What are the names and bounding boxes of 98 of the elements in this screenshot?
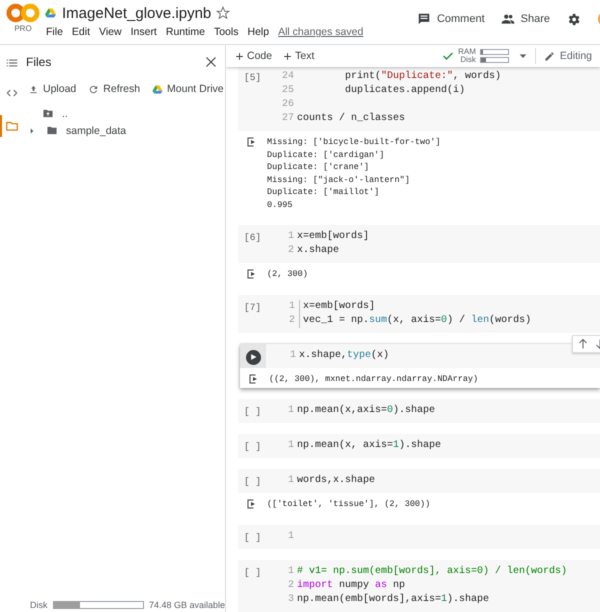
code-cell[interactable]: [ ] 1 # v1= np.sum(emb[words], axis=0) / len(words) 2 import numpy as np 3 np.mean(emb[words],axis=1).shape [238,560,600,612]
share-button[interactable]: Share [500,12,550,26]
line-number: 1 [286,564,294,578]
code-line: x.shape [297,244,340,258]
code-line: np.mean(x, axis=1).shape [297,439,442,453]
resource-label: Disk [459,56,476,64]
menu-item[interactable]: File [46,26,63,38]
editing-mode-button[interactable]: Editing [534,48,600,64]
line-number: 2 [278,314,300,328]
refresh-icon [88,84,100,94]
line-number: 1 [286,230,294,244]
execution-count: [6] [244,232,262,243]
add-code-button[interactable]: Code [226,50,272,62]
upload-icon [28,84,39,94]
cell-output: Missing: ['bicycle-built-for-two'] Duplicate: ['cardigan'] Duplicate: ['crane'] Missing: ["jack-o'-lantern"] Duplicate: ['maillot'] 0.995 [267,136,440,211]
execution-count: [ ] [244,441,262,452]
execution-count: [ ] [244,566,262,578]
line-number: 2 [286,244,294,258]
drive-icon [44,7,57,19]
line-number: 3 [286,592,294,606]
execution-count: [ ] [244,532,262,542]
folder-icon[interactable] [5,119,19,133]
code-line: x=emb[words] [303,300,376,314]
execution-count: [7] [244,302,262,312]
execution-count: [ ] [244,406,262,417]
folder-up-icon [42,108,54,119]
code-line: np.mean(x,axis=0).shape [297,404,436,418]
menu-item[interactable]: Edit [72,26,90,38]
check-icon[interactable] [442,50,454,62]
code-line: print("Duplicate:", words) [344,70,502,84]
cell-output: ((2, 300), mxnet.ndarray.ndarray.NDArray) [269,372,478,385]
panel-title: Files [26,55,52,69]
menu-item[interactable]: Tools [214,26,238,38]
plan-label: PRO [14,24,32,33]
plus-icon [235,52,244,60]
cell-output: (['toilet', 'tissue'], (2, 300)) [267,498,430,510]
menu-item[interactable]: View [99,26,122,38]
caret-icon [518,52,527,60]
line-number: 25 [280,84,294,98]
code-cell[interactable]: [ ] 1 np.mean(x, axis=1).shape [238,434,600,458]
run-button[interactable] [246,350,260,364]
line-number: 1 [286,530,294,544]
menu-item[interactable]: Runtime [166,26,205,38]
comment-icon [416,12,431,26]
line-number: 1 [286,439,294,453]
disk-available-text: 74.48 GB available [148,600,225,610]
code-line: words,x.shape [297,474,376,488]
line-number: 24 [280,70,294,84]
arrow-up-icon [577,338,589,350]
plus-icon [283,52,292,60]
resource-label: RAM [458,48,476,56]
menu-item[interactable]: Help [247,26,270,38]
line-number: 1 [286,404,294,418]
code-cell[interactable]: [ ] 1 np.mean(x,axis=0).shape [238,399,600,423]
settings-icon[interactable] [566,12,581,26]
upload-button[interactable]: Upload [28,83,76,95]
add-text-button[interactable]: Text [272,50,314,62]
code-cell[interactable]: [7] 1 x=emb[words] 2 vec_1 = np.sum(x, axis=0) / len(words) [238,294,600,332]
star-icon[interactable] [216,6,230,20]
code-cell[interactable]: [6] 1 x=emb[words] 2 x.shape [238,225,600,263]
cell-output: (2, 300) [267,268,308,280]
code-line: # v1= np.sum(emb[words], axis=0) / len(words) [297,564,568,578]
close-icon[interactable] [205,56,217,68]
execution-count: [ ] [244,476,262,487]
execution-count: [5] [244,72,262,83]
line-number: 27 [280,112,294,126]
people-icon [500,12,515,26]
parent-folder-item[interactable]: .. [62,108,68,120]
line-number: 1 [288,348,296,362]
menu-item[interactable]: Insert [130,26,157,38]
colab-logo [6,4,40,22]
caret-icon[interactable] [28,126,36,134]
line-number: 26 [280,98,294,112]
code-line: duplicates.append(i) [344,84,466,98]
code-line: x=emb[words] [297,230,370,244]
code-cell[interactable]: [ ] 1 words,x.shape [238,469,600,493]
play-icon [250,353,256,361]
code-line: counts / n_classes [297,112,406,126]
drive-icon [152,84,164,94]
line-number: 1 [278,300,300,314]
pencil-icon [544,50,555,62]
save-status-link[interactable]: All changes saved [278,26,364,38]
folder-item[interactable]: sample_data [66,124,126,136]
code-line: import numpy as np [297,578,406,592]
comment-button[interactable]: Comment [416,12,485,26]
disk-label: Disk [30,600,48,610]
code-line: x.shape,type(x) [299,348,390,362]
line-number: 2 [286,578,294,592]
code-cell[interactable]: [ ] 1 [238,524,600,548]
notebook-title[interactable]: ImageNet_glove.ipynb [62,4,212,22]
code-line: np.mean(emb[words],axis=1).shape [297,592,490,606]
code-line: vec_1 = np.sum(x, axis=0) / len(words) [303,314,532,328]
line-number: 1 [286,474,294,488]
folder-icon [46,125,58,136]
code-cell[interactable]: 1 x.shape,type(x) [240,344,600,368]
refresh-button[interactable]: Refresh [88,83,140,95]
mount-drive-button[interactable]: Mount Drive [152,83,224,95]
code-cell[interactable]: [5] 24 print("Duplicate:", words) 25 duplicates.append(i) 26 27 counts / n_classes [238,67,600,131]
